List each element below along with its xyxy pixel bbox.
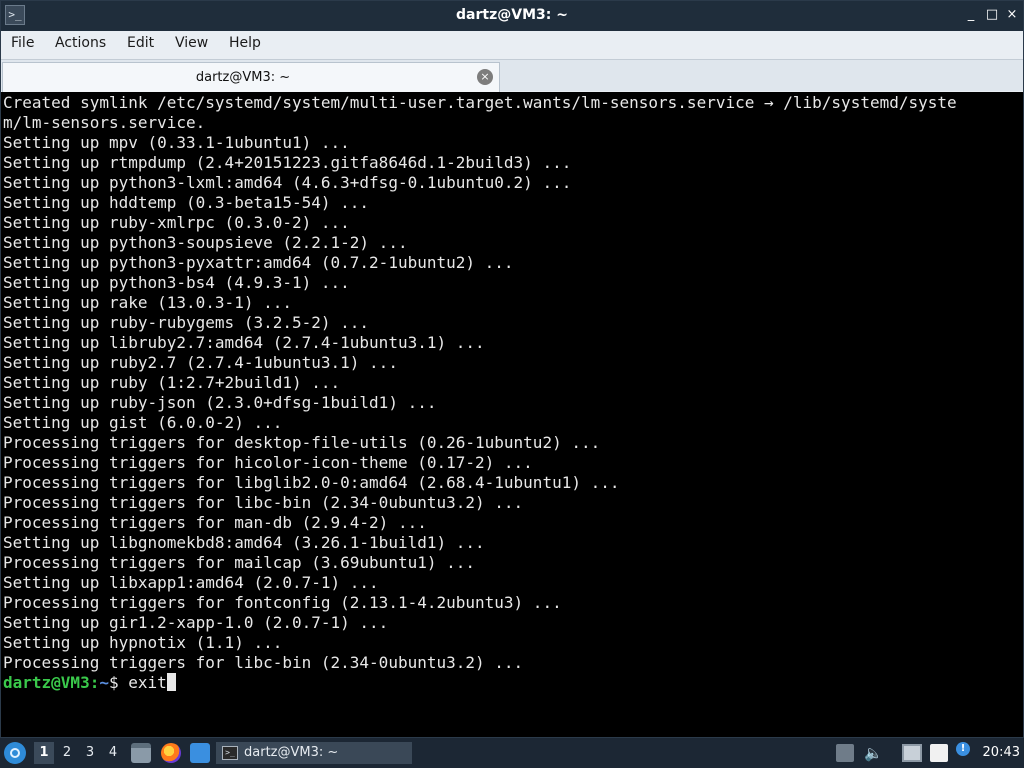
terminal-line: Processing triggers for libc-bin (2.34-0… [3, 653, 524, 672]
workspace-4[interactable]: 4 [103, 742, 123, 764]
menu-help[interactable]: Help [229, 35, 261, 51]
terminal-line: Created symlink /etc/systemd/system/mult… [3, 93, 957, 112]
network-icon[interactable] [902, 744, 922, 762]
firefox-icon[interactable] [161, 743, 181, 763]
terminal-line: Processing triggers for desktop-file-uti… [3, 433, 601, 452]
terminal-line: Setting up hddtemp (0.3-beta15-54) ... [3, 193, 370, 212]
volume-icon[interactable]: 🔈 [864, 744, 883, 762]
terminal-line: Processing triggers for libglib2.0-0:amd… [3, 473, 620, 492]
notes-icon[interactable] [930, 744, 948, 762]
menu-edit[interactable]: Edit [127, 35, 154, 51]
taskbar-task-terminal[interactable]: >_ dartz@VM3: ~ [216, 742, 412, 764]
taskbar: 1 2 3 4 >_ dartz@VM3: ~ 🔈 ! 20:43 [0, 738, 1024, 768]
terminal-line: Setting up ruby-json (2.3.0+dfsg-1build1… [3, 393, 437, 412]
terminal-window: >_ dartz@VM3: ~ _ □ × File Actions Edit … [0, 0, 1024, 738]
terminal-line: Processing triggers for mailcap (3.69ubu… [3, 553, 476, 572]
maximize-icon[interactable]: □ [984, 7, 1000, 23]
clock[interactable]: 20:43 [983, 742, 1020, 764]
terminal-line: Setting up ruby2.7 (2.7.4-1ubuntu3.1) ..… [3, 353, 398, 372]
clipboard-icon[interactable] [836, 744, 854, 762]
terminal-line: Processing triggers for hicolor-icon-the… [3, 453, 533, 472]
workspace-3[interactable]: 3 [80, 742, 100, 764]
terminal-line: Setting up gist (6.0.0-2) ... [3, 413, 283, 432]
tab-bar: dartz@VM3: ~ × [1, 59, 1023, 92]
terminal-line: Processing triggers for man-db (2.9.4-2)… [3, 513, 427, 532]
menu-actions[interactable]: Actions [55, 35, 106, 51]
terminal-output[interactable]: Created symlink /etc/systemd/system/mult… [1, 92, 1023, 737]
workspace-2[interactable]: 2 [57, 742, 77, 764]
prompt-separator: : [89, 673, 100, 692]
tab-label: dartz@VM3: ~ [195, 70, 291, 85]
terminal-line: Setting up libxapp1:amd64 (2.0.7-1) ... [3, 573, 379, 592]
tab-terminal[interactable]: dartz@VM3: ~ × [2, 62, 500, 92]
desktop-icon[interactable] [190, 743, 210, 763]
taskbar-task-label: dartz@VM3: ~ [244, 745, 339, 760]
prompt-path: ~ [99, 673, 109, 692]
terminal-line: Processing triggers for libc-bin (2.34-0… [3, 493, 524, 512]
terminal-line: Setting up ruby (1:2.7+2build1) ... [3, 373, 341, 392]
prompt-symbol: $ [108, 673, 129, 692]
prompt-command: exit [128, 673, 167, 692]
terminal-line: Setting up ruby-rubygems (3.2.5-2) ... [3, 313, 370, 332]
terminal-line: Setting up python3-bs4 (4.9.3-1) ... [3, 273, 350, 292]
update-notification-icon[interactable]: ! [956, 742, 970, 756]
terminal-line: Setting up python3-soupsieve (2.2.1-2) .… [3, 233, 408, 252]
terminal-task-icon: >_ [222, 746, 238, 760]
terminal-line: m/lm-sensors.service. [3, 113, 206, 132]
title-bar[interactable]: >_ dartz@VM3: ~ _ □ × [1, 1, 1023, 31]
text-cursor [166, 673, 176, 691]
terminal-line: Setting up rtmpdump (2.4+20151223.gitfa8… [3, 153, 572, 172]
terminal-line: Setting up libgnomekbd8:amd64 (3.26.1-1b… [3, 533, 485, 552]
terminal-line: Setting up hypnotix (1.1) ... [3, 633, 283, 652]
prompt-line: dartz@VM3:~$ exit [3, 673, 1021, 693]
terminal-line: Setting up ruby-xmlrpc (0.3.0-2) ... [3, 213, 350, 232]
minimize-icon[interactable]: _ [963, 7, 979, 23]
close-icon[interactable]: × [1004, 7, 1020, 23]
menu-bar: File Actions Edit View Help [1, 31, 1023, 57]
terminal-line: Setting up python3-pyxattr:amd64 (0.7.2-… [3, 253, 514, 272]
terminal-line: Setting up rake (13.0.3-1) ... [3, 293, 292, 312]
terminal-line: Setting up mpv (0.33.1-1ubuntu1) ... [3, 133, 350, 152]
start-menu-icon[interactable] [4, 742, 26, 764]
terminal-line: Setting up libruby2.7:amd64 (2.7.4-1ubun… [3, 333, 485, 352]
tab-close-icon[interactable]: × [477, 69, 493, 85]
window-title: dartz@VM3: ~ [456, 7, 568, 23]
terminal-line: Setting up gir1.2-xapp-1.0 (2.0.7-1) ... [3, 613, 389, 632]
prompt-user-host: dartz@VM3 [3, 673, 90, 692]
terminal-line: Setting up python3-lxml:amd64 (4.6.3+dfs… [3, 173, 572, 192]
menu-view[interactable]: View [175, 35, 208, 51]
workspace-1[interactable]: 1 [34, 742, 54, 764]
file-manager-icon[interactable] [131, 743, 151, 763]
menu-file[interactable]: File [11, 35, 34, 51]
terminal-line: Processing triggers for fontconfig (2.13… [3, 593, 562, 612]
